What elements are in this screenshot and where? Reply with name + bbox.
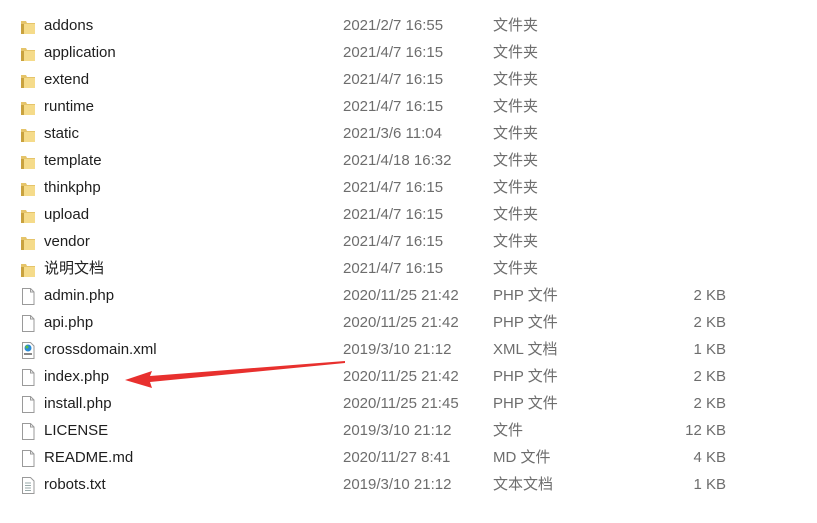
folder-icon (20, 206, 36, 223)
file-name: addons (44, 17, 94, 34)
file-size: 1 KB (693, 341, 726, 358)
file-type: 文件夹 (493, 44, 539, 61)
file-type: PHP 文件 (493, 287, 558, 304)
file-name: extend (44, 71, 90, 88)
file-name: 说明文档 (44, 260, 105, 277)
file-type: 文件 (493, 422, 524, 439)
file-row[interactable]: LICENSE 2019/3/10 21:12 文件 12 KB (0, 417, 817, 444)
file-name: thinkphp (44, 179, 101, 196)
file-type: 文件夹 (493, 206, 539, 223)
file-size: 4 KB (693, 449, 726, 466)
file-type: 文件夹 (493, 260, 539, 277)
folder-icon (20, 71, 36, 88)
file-name: vendor (44, 233, 90, 250)
folder-icon (20, 233, 36, 250)
file-type: PHP 文件 (493, 368, 558, 385)
file-row[interactable]: api.php 2020/11/25 21:42 PHP 文件 2 KB (0, 309, 817, 336)
file-row[interactable]: template 2021/4/18 16:32 文件夹 (0, 147, 817, 174)
file-date: 2021/4/7 16:15 (343, 260, 444, 277)
file-name: robots.txt (44, 476, 106, 493)
file-icon (20, 368, 36, 386)
file-row[interactable]: thinkphp 2021/4/7 16:15 文件夹 (0, 174, 817, 201)
file-icon (20, 422, 36, 440)
text-icon (20, 476, 36, 494)
file-name: application (44, 44, 116, 61)
file-name: admin.php (44, 287, 115, 304)
file-date: 2021/4/18 16:32 (343, 152, 452, 169)
file-date: 2021/2/7 16:55 (343, 17, 444, 34)
file-name: upload (44, 206, 90, 223)
file-name: index.php (44, 368, 110, 385)
file-name: template (44, 152, 102, 169)
file-name: README.md (44, 449, 134, 466)
file-date: 2020/11/27 8:41 (343, 449, 451, 466)
file-row[interactable]: README.md 2020/11/27 8:41 MD 文件 4 KB (0, 444, 817, 471)
file-date: 2021/4/7 16:15 (343, 179, 444, 196)
file-row[interactable]: admin.php 2020/11/25 21:42 PHP 文件 2 KB (0, 282, 817, 309)
file-date: 2021/4/7 16:15 (343, 233, 444, 250)
file-row[interactable]: application 2021/4/7 16:15 文件夹 (0, 39, 817, 66)
file-name: install.php (44, 395, 112, 412)
folder-icon (20, 125, 36, 142)
file-list: addons 2021/2/7 16:55 文件夹 application 20… (0, 12, 817, 498)
file-type: PHP 文件 (493, 314, 558, 331)
file-type: 文件夹 (493, 152, 539, 169)
file-type: 文件夹 (493, 17, 539, 34)
file-date: 2021/4/7 16:15 (343, 44, 444, 61)
file-name: LICENSE (44, 422, 109, 439)
file-date: 2019/3/10 21:12 (343, 476, 452, 493)
file-type: 文件夹 (493, 233, 539, 250)
file-type: 文件夹 (493, 71, 539, 88)
file-name: api.php (44, 314, 94, 331)
file-row[interactable]: runtime 2021/4/7 16:15 文件夹 (0, 93, 817, 120)
file-size: 1 KB (693, 476, 726, 493)
file-type: MD 文件 (493, 449, 551, 466)
file-name: crossdomain.xml (44, 341, 157, 358)
file-size: 2 KB (693, 395, 726, 412)
file-type: 文件夹 (493, 125, 539, 142)
file-type: XML 文档 (493, 341, 558, 358)
file-row[interactable]: 说明文档 2021/4/7 16:15 文件夹 (0, 255, 817, 282)
file-row[interactable]: index.php 2020/11/25 21:42 PHP 文件 2 KB (0, 363, 817, 390)
file-name: static (44, 125, 80, 142)
file-date: 2021/4/7 16:15 (343, 206, 444, 223)
file-row[interactable]: static 2021/3/6 11:04 文件夹 (0, 120, 817, 147)
folder-icon (20, 152, 36, 169)
file-size: 2 KB (693, 287, 726, 304)
file-date: 2020/11/25 21:45 (343, 395, 459, 412)
file-size: 12 KB (685, 422, 726, 439)
file-row[interactable]: extend 2021/4/7 16:15 文件夹 (0, 66, 817, 93)
file-icon (20, 395, 36, 413)
xml-icon (20, 341, 36, 359)
file-row[interactable]: vendor 2021/4/7 16:15 文件夹 (0, 228, 817, 255)
file-date: 2020/11/25 21:42 (343, 368, 459, 385)
file-name: runtime (44, 98, 95, 115)
file-date: 2019/3/10 21:12 (343, 341, 452, 358)
file-date: 2021/4/7 16:15 (343, 98, 444, 115)
folder-icon (20, 17, 36, 34)
file-row[interactable]: addons 2021/2/7 16:55 文件夹 (0, 12, 817, 39)
file-type: PHP 文件 (493, 395, 558, 412)
file-type: 文件夹 (493, 98, 539, 115)
folder-icon (20, 44, 36, 61)
file-row[interactable]: robots.txt 2019/3/10 21:12 文本文档 1 KB (0, 471, 817, 498)
file-size: 2 KB (693, 368, 726, 385)
file-size: 2 KB (693, 314, 726, 331)
file-date: 2020/11/25 21:42 (343, 314, 459, 331)
file-row[interactable]: upload 2021/4/7 16:15 文件夹 (0, 201, 817, 228)
folder-icon (20, 179, 36, 196)
file-icon (20, 314, 36, 332)
folder-icon (20, 98, 36, 115)
folder-icon (20, 260, 36, 277)
file-type: 文件夹 (493, 179, 539, 196)
file-row[interactable]: install.php 2020/11/25 21:45 PHP 文件 2 KB (0, 390, 817, 417)
file-date: 2021/3/6 11:04 (343, 125, 442, 142)
file-date: 2020/11/25 21:42 (343, 287, 459, 304)
file-row[interactable]: crossdomain.xml 2019/3/10 21:12 XML 文档 1… (0, 336, 817, 363)
file-date: 2019/3/10 21:12 (343, 422, 452, 439)
file-icon (20, 449, 36, 467)
file-icon (20, 287, 36, 305)
file-date: 2021/4/7 16:15 (343, 71, 444, 88)
file-type: 文本文档 (493, 476, 554, 493)
